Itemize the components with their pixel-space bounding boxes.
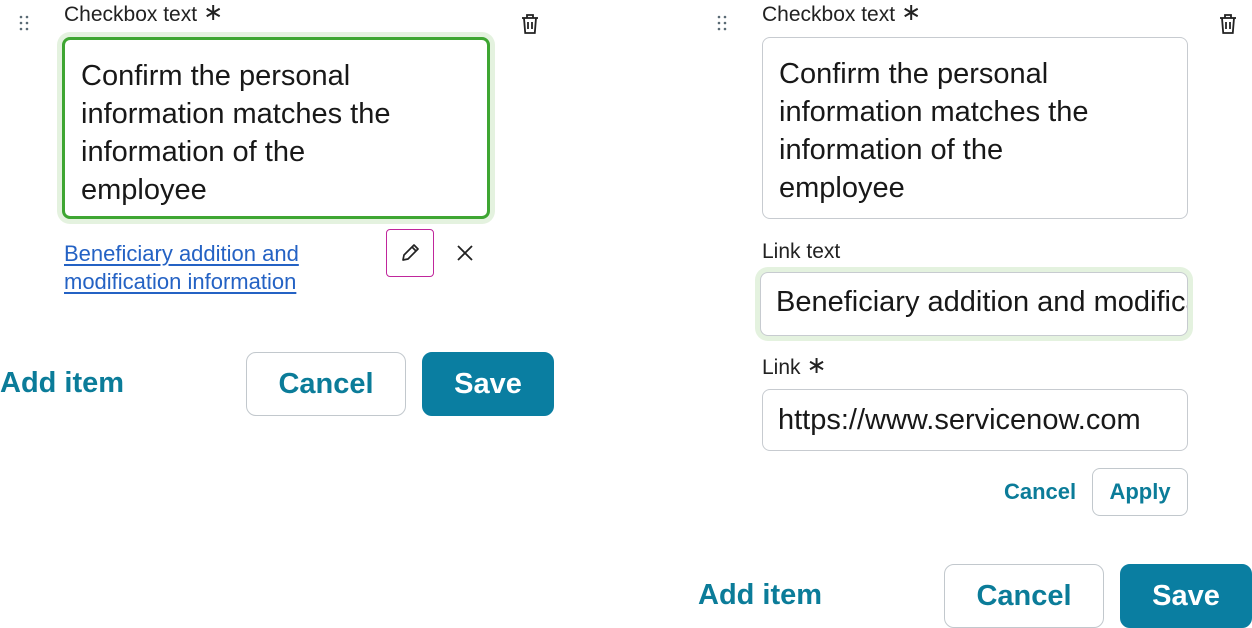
checkbox-text-textarea[interactable]: Confirm the personal information matches…	[62, 37, 490, 219]
checkbox-item-link-edit-view: Checkbox text ∗ Confirm the personal info…	[698, 0, 1252, 628]
add-item-button[interactable]: Add item	[0, 367, 124, 400]
link-text-input[interactable]: Beneficiary addition and modification in…	[760, 272, 1188, 336]
link-text-label: Link text	[762, 240, 841, 263]
link-label-text: Link	[762, 356, 801, 379]
trash-icon[interactable]	[519, 12, 541, 36]
link-label: Link ∗	[762, 352, 827, 380]
drag-handle-icon[interactable]	[18, 14, 30, 31]
checkbox-text-label: Checkbox text ∗	[762, 0, 922, 27]
close-icon	[457, 245, 473, 261]
required-marker: ∗	[806, 352, 827, 379]
cancel-button[interactable]: Cancel	[944, 564, 1104, 628]
save-button[interactable]: Save	[1120, 564, 1252, 628]
checkbox-item-editor-view: Checkbox text ∗ Confirm the personal info…	[0, 0, 600, 628]
cancel-button[interactable]: Cancel	[246, 352, 406, 416]
remove-link-button[interactable]	[452, 240, 478, 266]
link-apply-button[interactable]: Apply	[1092, 468, 1188, 516]
beneficiary-link-line2[interactable]: modification information	[64, 269, 296, 294]
beneficiary-link-line1[interactable]: Beneficiary addition and	[64, 241, 299, 266]
checkbox-text-label-text: Checkbox text	[64, 3, 198, 26]
link-cancel-button[interactable]: Cancel	[1004, 479, 1076, 505]
beneficiary-link[interactable]: Beneficiary addition and modification in…	[64, 240, 299, 296]
checkbox-text-label-text: Checkbox text	[762, 3, 896, 26]
checkbox-text-textarea[interactable]: Confirm the personal information matches…	[762, 37, 1188, 219]
drag-handle-icon[interactable]	[716, 14, 728, 31]
save-button[interactable]: Save	[422, 352, 554, 416]
add-item-button[interactable]: Add item	[698, 579, 822, 612]
required-marker: ∗	[203, 0, 224, 26]
pencil-icon	[402, 244, 419, 261]
link-url-input[interactable]: https://www.servicenow.com	[762, 389, 1188, 451]
trash-icon[interactable]	[1217, 12, 1239, 36]
checkbox-text-label: Checkbox text ∗	[64, 0, 224, 27]
edit-link-button[interactable]	[386, 229, 434, 277]
required-marker: ∗	[901, 0, 922, 26]
